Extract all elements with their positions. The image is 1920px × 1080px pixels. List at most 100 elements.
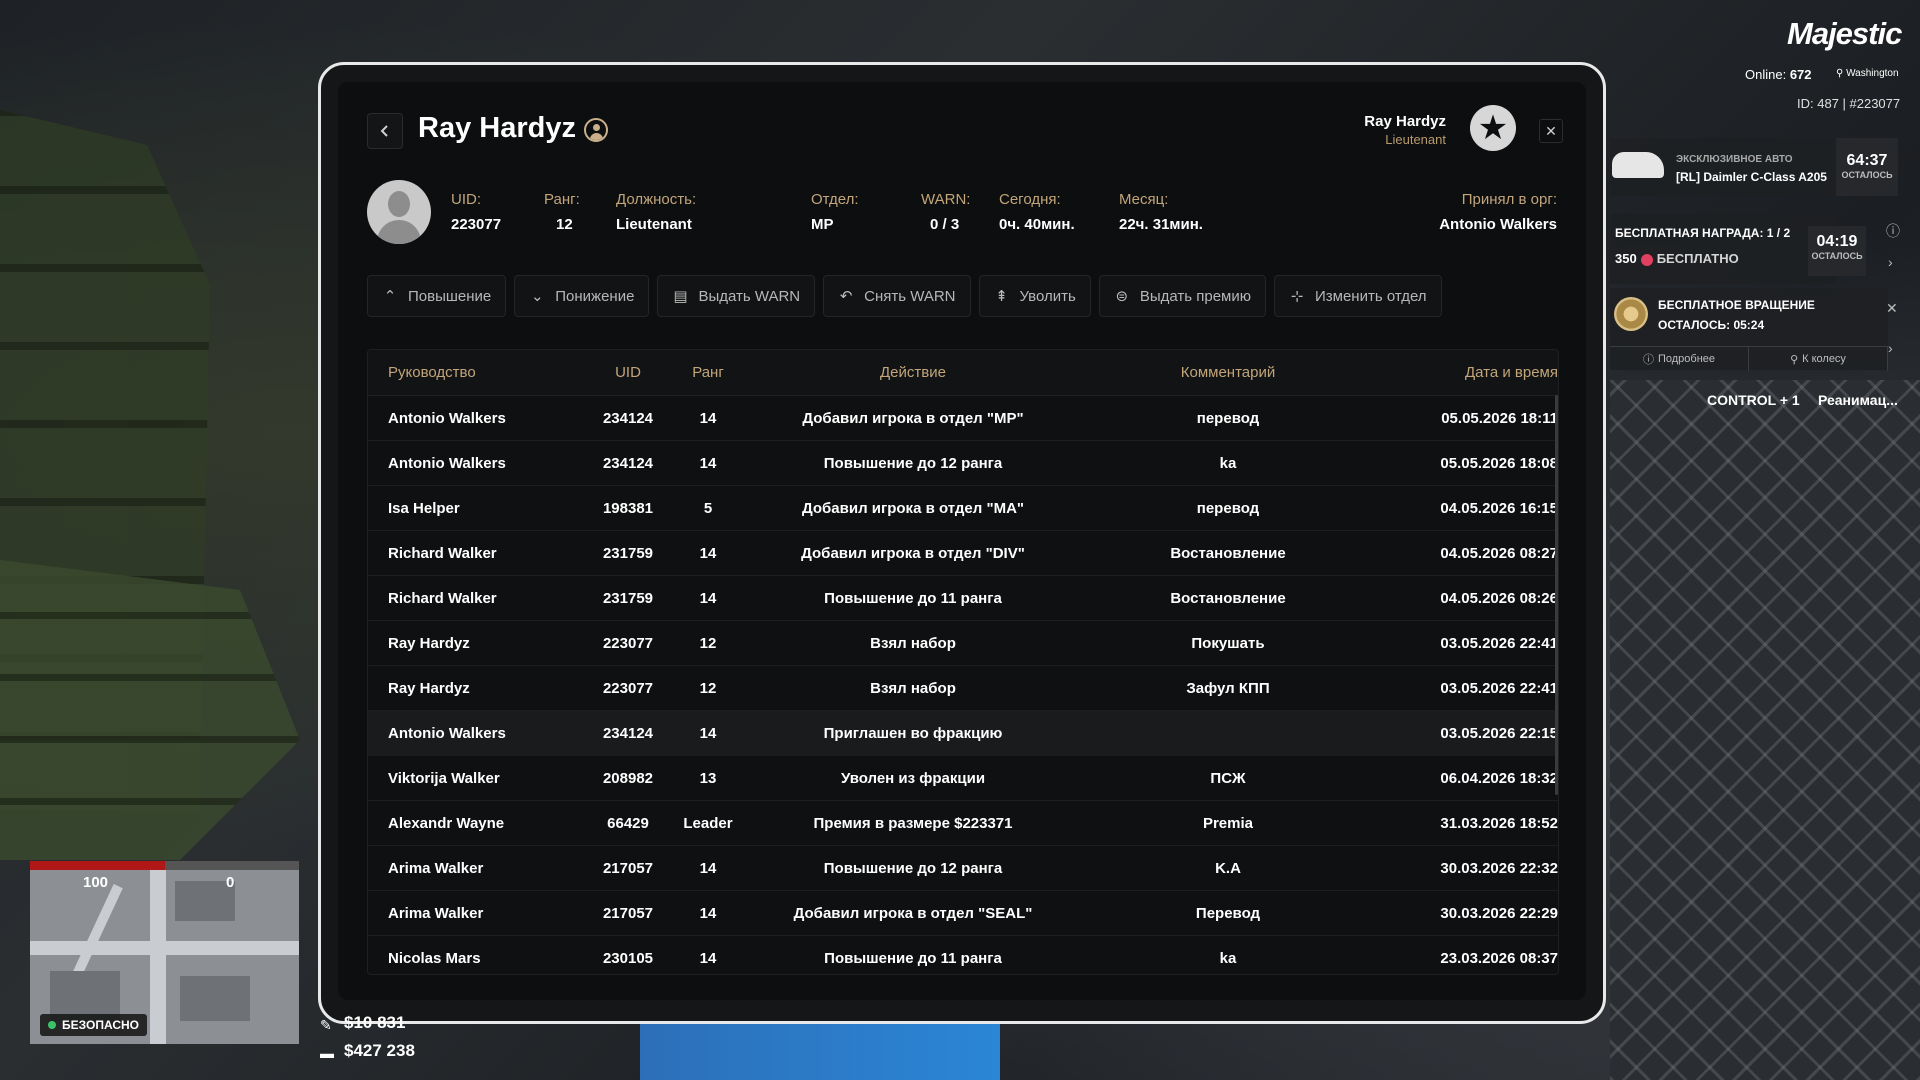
undo-icon: ↶ bbox=[839, 288, 853, 305]
table-row[interactable]: Antonio Walkers 234124 14 Приглашен во фрак… bbox=[368, 711, 1558, 756]
table-scrollbar[interactable] bbox=[1555, 395, 1558, 795]
fire-button[interactable]: ⇞ Уволить bbox=[978, 275, 1091, 317]
cell-comment: Premia bbox=[1202, 814, 1254, 832]
online-count: 672 bbox=[1789, 67, 1812, 82]
cell-action: Добавил игрока в отдел "DIV" bbox=[801, 544, 1025, 562]
table-row[interactable]: Nicolas Mars 230105 14 Повышение до 11 ранг… bbox=[368, 936, 1558, 974]
cell-datetime: 03.05.2026 22:15 bbox=[1440, 724, 1558, 742]
table-row[interactable]: Arima Walker 217057 14 Добавил игрока в отд… bbox=[368, 891, 1558, 936]
cell-comment: Перевод bbox=[1195, 904, 1261, 922]
safe-zone-label: БЕЗОПАСНО bbox=[62, 1018, 139, 1032]
cell-comment: перевод bbox=[1196, 499, 1260, 517]
online-counter: Online: 672 bbox=[1745, 67, 1812, 82]
uid-value: 223077 bbox=[451, 216, 502, 233]
chevron-down-icon: ⌄ bbox=[530, 288, 544, 305]
bank-value: $427 238 bbox=[344, 1041, 415, 1060]
cell-action: Повышение до 12 ранга bbox=[823, 454, 1003, 472]
cell-action: Приглашен во фракцию bbox=[823, 724, 1003, 742]
table-row[interactable]: Antonio Walkers 234124 14 Добавил игрока в … bbox=[368, 396, 1558, 441]
cell-comment: Востановление bbox=[1170, 589, 1286, 607]
shield-icon bbox=[48, 1021, 56, 1029]
column-header: Дата и время bbox=[1464, 364, 1558, 381]
cell-rank: 12 bbox=[699, 634, 717, 652]
armor-value: 0 bbox=[226, 874, 235, 891]
table-row[interactable]: Arima Walker 217057 14 Повышение до 12 ранг… bbox=[368, 846, 1558, 891]
remove-warn-label: Снять WARN bbox=[864, 287, 956, 305]
free-reward-card[interactable] bbox=[1610, 214, 1835, 284]
table-row[interactable]: Alexandr Wayne 66429 Leader Премия в размер… bbox=[368, 801, 1558, 846]
chevron-right-icon[interactable]: › bbox=[1888, 340, 1893, 356]
cell-manager: Richard Walker bbox=[388, 544, 497, 562]
cell-action: Повышение до 12 ранга bbox=[823, 859, 1003, 877]
fire-label: Уволить bbox=[1019, 287, 1076, 305]
wheel-link-label: К колесу bbox=[1802, 353, 1846, 365]
cell-datetime: 04.05.2026 08:26 bbox=[1440, 589, 1558, 607]
cell-comment: Востановление bbox=[1170, 544, 1286, 562]
chevron-right-icon[interactable]: › bbox=[1888, 254, 1893, 270]
cell-uid: 66429 bbox=[607, 814, 649, 832]
demote-button[interactable]: ⌄ Понижение bbox=[514, 275, 650, 317]
position-label: Должность: bbox=[616, 191, 697, 208]
chevron-up-icon: ⌃ bbox=[383, 288, 397, 305]
table-row[interactable]: Viktorija Walker 208982 13 Уволен из фракци… bbox=[368, 756, 1558, 801]
car-timer: 64:37 ОСТАЛОСЬ bbox=[1836, 138, 1898, 196]
cell-manager: Viktorija Walker bbox=[388, 769, 500, 787]
cell-rank: 14 bbox=[699, 544, 717, 562]
table-row[interactable]: Isa Helper 198381 5 Добавил игрока в отдел … bbox=[368, 486, 1558, 531]
cell-rank: 14 bbox=[699, 859, 717, 877]
cash-value: $10 831 bbox=[344, 1013, 406, 1032]
table-row[interactable]: Ray Hardyz 223077 12 Взял набор Покушать 03.0… bbox=[368, 621, 1558, 666]
cell-action: Взял набор bbox=[870, 679, 956, 697]
cell-comment: Покушать bbox=[1191, 634, 1265, 652]
cell-datetime: 23.03.2026 08:37 bbox=[1440, 949, 1558, 967]
location-pin-icon: ⚲ bbox=[1790, 353, 1799, 366]
table-row[interactable]: Richard Walker 231759 14 Добавил игрока в о… bbox=[368, 531, 1558, 576]
cell-action: Повышение до 11 ранга bbox=[824, 949, 1002, 967]
background-floor bbox=[640, 1020, 1000, 1080]
cell-uid: 231759 bbox=[602, 544, 654, 562]
back-button[interactable] bbox=[367, 113, 403, 149]
player-id: ID: 487 | #223077 bbox=[1797, 96, 1901, 111]
give-bonus-button[interactable]: ⊜ Выдать премию bbox=[1098, 275, 1266, 317]
cell-action: Добавил игрока в отдел "MP" bbox=[802, 409, 1024, 427]
table-row[interactable]: Antonio Walkers 234124 14 Повышение до 12 р… bbox=[368, 441, 1558, 486]
change-dept-button[interactable]: ⊹ Изменить отдел bbox=[1273, 275, 1442, 317]
table-row[interactable]: Richard Walker 231759 14 Повышение до 11 ра… bbox=[368, 576, 1558, 621]
coin-icon bbox=[1640, 253, 1653, 266]
wheel-link[interactable]: ⚲ К колесу bbox=[1749, 347, 1888, 371]
cell-datetime: 31.03.2026 18:52 bbox=[1440, 814, 1558, 832]
table-row[interactable]: Ray Hardyz 223077 12 Взял набор Зафул КПП 03.… bbox=[368, 666, 1558, 711]
promote-button[interactable]: ⌃ Повышение bbox=[367, 275, 507, 317]
page-title: Ray Hardyz bbox=[418, 112, 576, 144]
cell-comment: ПСЖ bbox=[1210, 769, 1246, 787]
cell-uid: 234124 bbox=[602, 454, 654, 472]
close-icon[interactable]: ✕ bbox=[1886, 300, 1898, 317]
cell-uid: 217057 bbox=[602, 859, 654, 877]
cell-rank: 13 bbox=[699, 769, 717, 787]
user-badge-icon bbox=[584, 118, 608, 142]
info-icon[interactable]: ⓘ bbox=[1886, 221, 1900, 241]
column-header: Ранг bbox=[692, 364, 724, 381]
details-link[interactable]: ⓘ Подробнее bbox=[1610, 347, 1749, 371]
chevron-left-icon bbox=[380, 125, 388, 137]
avatar bbox=[367, 180, 431, 244]
cell-datetime: 30.03.2026 22:32 bbox=[1440, 859, 1558, 877]
cell-action: Уволен из фракции bbox=[840, 769, 986, 787]
accepted-by-label: Принял в орг: bbox=[1461, 191, 1557, 208]
today-label: Сегодня: bbox=[999, 191, 1061, 208]
cell-comment: ka bbox=[1219, 454, 1237, 472]
close-button[interactable]: ✕ bbox=[1539, 119, 1563, 143]
cash-icon: ✎ bbox=[320, 1017, 332, 1033]
reward-amount-row: 350 БЕСПЛАТНО bbox=[1615, 251, 1739, 266]
give-warn-button[interactable]: ▤ Выдать WARN bbox=[657, 275, 816, 317]
header-player-rank: Lieutenant bbox=[1385, 132, 1446, 147]
table-body[interactable]: Antonio Walkers 234124 14 Добавил игрока в … bbox=[368, 396, 1558, 974]
remove-warn-button[interactable]: ↶ Снять WARN bbox=[823, 275, 971, 317]
reward-timer-value: 04:19 bbox=[1816, 233, 1858, 250]
server-logo: Majestic bbox=[1787, 16, 1902, 51]
cell-uid: 230105 bbox=[602, 949, 654, 967]
promote-label: Повышение bbox=[408, 287, 492, 305]
today-value: 0ч. 40мин. bbox=[999, 216, 1075, 233]
control-hint: CONTROL + 1 bbox=[1707, 392, 1800, 408]
cell-action: Взял набор bbox=[870, 634, 956, 652]
